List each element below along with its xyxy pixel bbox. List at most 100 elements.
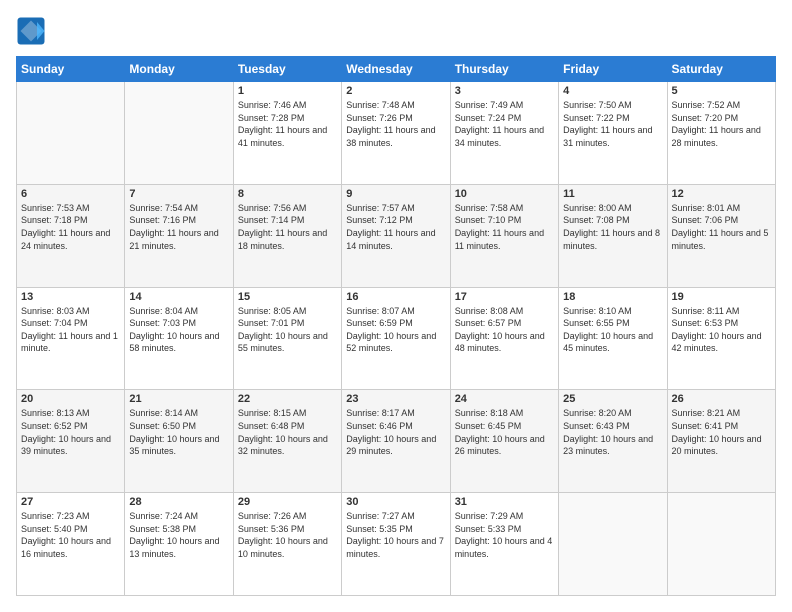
calendar-header-tuesday: Tuesday — [233, 57, 341, 82]
calendar-day-cell: 19 Sunrise: 8:11 AM Sunset: 6:53 PM Dayli… — [667, 287, 775, 390]
day-number: 19 — [672, 291, 771, 303]
day-info: Sunrise: 8:21 AM Sunset: 6:41 PM Dayligh… — [672, 407, 771, 457]
calendar-day-cell: 2 Sunrise: 7:48 AM Sunset: 7:26 PM Daylig… — [342, 82, 450, 185]
day-info: Sunrise: 8:13 AM Sunset: 6:52 PM Dayligh… — [21, 407, 120, 457]
calendar-day-cell: 25 Sunrise: 8:20 AM Sunset: 6:43 PM Dayli… — [559, 390, 667, 493]
day-number: 11 — [563, 188, 662, 200]
day-info: Sunrise: 8:11 AM Sunset: 6:53 PM Dayligh… — [672, 305, 771, 355]
day-number: 7 — [129, 188, 228, 200]
day-number: 14 — [129, 291, 228, 303]
calendar-day-cell: 22 Sunrise: 8:15 AM Sunset: 6:48 PM Dayli… — [233, 390, 341, 493]
calendar-day-cell: 4 Sunrise: 7:50 AM Sunset: 7:22 PM Daylig… — [559, 82, 667, 185]
calendar-day-cell: 30Sunrise: 7:27 AM Sunset: 5:35 PM Dayli… — [342, 493, 450, 596]
logo — [16, 16, 48, 46]
calendar-day-cell: 20 Sunrise: 8:13 AM Sunset: 6:52 PM Dayli… — [17, 390, 125, 493]
day-info: Sunrise: 7:24 AM Sunset: 5:38 PM Dayligh… — [129, 510, 228, 560]
day-info: Sunrise: 7:54 AM Sunset: 7:16 PM Dayligh… — [129, 202, 228, 252]
calendar-week-row: 20 Sunrise: 8:13 AM Sunset: 6:52 PM Dayli… — [17, 390, 776, 493]
day-info: Sunrise: 8:01 AM Sunset: 7:06 PM Dayligh… — [672, 202, 771, 252]
calendar-header-friday: Friday — [559, 57, 667, 82]
calendar-day-cell: 1Sunrise: 7:46 AM Sunset: 7:28 PM Daylig… — [233, 82, 341, 185]
day-info: Sunrise: 8:04 AM Sunset: 7:03 PM Dayligh… — [129, 305, 228, 355]
day-info: Sunrise: 8:17 AM Sunset: 6:46 PM Dayligh… — [346, 407, 445, 457]
day-number: 26 — [672, 393, 771, 405]
calendar-day-cell: 28Sunrise: 7:24 AM Sunset: 5:38 PM Dayli… — [125, 493, 233, 596]
day-number: 16 — [346, 291, 445, 303]
calendar-day-cell: 11Sunrise: 8:00 AM Sunset: 7:08 PM Dayli… — [559, 184, 667, 287]
calendar-day-cell: 24 Sunrise: 8:18 AM Sunset: 6:45 PM Dayli… — [450, 390, 558, 493]
day-number: 10 — [455, 188, 554, 200]
calendar-day-cell: 14 Sunrise: 8:04 AM Sunset: 7:03 PM Dayli… — [125, 287, 233, 390]
calendar-day-cell — [667, 493, 775, 596]
day-number: 22 — [238, 393, 337, 405]
day-number: 24 — [455, 393, 554, 405]
calendar-day-cell: 21Sunrise: 8:14 AM Sunset: 6:50 PM Dayli… — [125, 390, 233, 493]
day-info: Sunrise: 8:10 AM Sunset: 6:55 PM Dayligh… — [563, 305, 662, 355]
day-number: 12 — [672, 188, 771, 200]
day-number: 18 — [563, 291, 662, 303]
calendar-day-cell: 9 Sunrise: 7:57 AM Sunset: 7:12 PM Daylig… — [342, 184, 450, 287]
day-info: Sunrise: 8:18 AM Sunset: 6:45 PM Dayligh… — [455, 407, 554, 457]
calendar-day-cell — [125, 82, 233, 185]
day-info: Sunrise: 8:05 AM Sunset: 7:01 PM Dayligh… — [238, 305, 337, 355]
calendar-day-cell: 5 Sunrise: 7:52 AM Sunset: 7:20 PM Daylig… — [667, 82, 775, 185]
calendar-header-wednesday: Wednesday — [342, 57, 450, 82]
day-number: 9 — [346, 188, 445, 200]
day-info: Sunrise: 8:15 AM Sunset: 6:48 PM Dayligh… — [238, 407, 337, 457]
calendar-week-row: 27 Sunrise: 7:23 AM Sunset: 5:40 PM Dayli… — [17, 493, 776, 596]
day-info: Sunrise: 8:07 AM Sunset: 6:59 PM Dayligh… — [346, 305, 445, 355]
day-info: Sunrise: 7:29 AM Sunset: 5:33 PM Dayligh… — [455, 510, 554, 560]
day-info: Sunrise: 7:57 AM Sunset: 7:12 PM Dayligh… — [346, 202, 445, 252]
calendar-header-saturday: Saturday — [667, 57, 775, 82]
day-number: 6 — [21, 188, 120, 200]
day-info: Sunrise: 8:03 AM Sunset: 7:04 PM Dayligh… — [21, 305, 120, 355]
calendar-day-cell: 12 Sunrise: 8:01 AM Sunset: 7:06 PM Dayli… — [667, 184, 775, 287]
day-info: Sunrise: 7:53 AM Sunset: 7:18 PM Dayligh… — [21, 202, 120, 252]
day-number: 13 — [21, 291, 120, 303]
day-info: Sunrise: 7:52 AM Sunset: 7:20 PM Dayligh… — [672, 99, 771, 149]
day-number: 1 — [238, 85, 337, 97]
calendar-day-cell: 10 Sunrise: 7:58 AM Sunset: 7:10 PM Dayli… — [450, 184, 558, 287]
calendar-day-cell: 16 Sunrise: 8:07 AM Sunset: 6:59 PM Dayli… — [342, 287, 450, 390]
day-number: 29 — [238, 496, 337, 508]
calendar-day-cell: 18 Sunrise: 8:10 AM Sunset: 6:55 PM Dayli… — [559, 287, 667, 390]
calendar-header-row: SundayMondayTuesdayWednesdayThursdayFrid… — [17, 57, 776, 82]
calendar-week-row: 1Sunrise: 7:46 AM Sunset: 7:28 PM Daylig… — [17, 82, 776, 185]
day-info: Sunrise: 7:23 AM Sunset: 5:40 PM Dayligh… — [21, 510, 120, 560]
calendar-day-cell: 26 Sunrise: 8:21 AM Sunset: 6:41 PM Dayli… — [667, 390, 775, 493]
day-info: Sunrise: 7:27 AM Sunset: 5:35 PM Dayligh… — [346, 510, 445, 560]
day-number: 5 — [672, 85, 771, 97]
calendar-header-sunday: Sunday — [17, 57, 125, 82]
day-number: 4 — [563, 85, 662, 97]
day-number: 20 — [21, 393, 120, 405]
calendar-header-thursday: Thursday — [450, 57, 558, 82]
calendar-day-cell: 7 Sunrise: 7:54 AM Sunset: 7:16 PM Daylig… — [125, 184, 233, 287]
day-info: Sunrise: 7:49 AM Sunset: 7:24 PM Dayligh… — [455, 99, 554, 149]
calendar-day-cell: 17Sunrise: 8:08 AM Sunset: 6:57 PM Dayli… — [450, 287, 558, 390]
day-info: Sunrise: 8:20 AM Sunset: 6:43 PM Dayligh… — [563, 407, 662, 457]
day-info: Sunrise: 7:26 AM Sunset: 5:36 PM Dayligh… — [238, 510, 337, 560]
day-info: Sunrise: 7:58 AM Sunset: 7:10 PM Dayligh… — [455, 202, 554, 252]
header — [16, 16, 776, 46]
calendar-day-cell — [17, 82, 125, 185]
calendar-day-cell: 29 Sunrise: 7:26 AM Sunset: 5:36 PM Dayli… — [233, 493, 341, 596]
day-number: 2 — [346, 85, 445, 97]
calendar-week-row: 6 Sunrise: 7:53 AM Sunset: 7:18 PM Daylig… — [17, 184, 776, 287]
calendar-day-cell: 13 Sunrise: 8:03 AM Sunset: 7:04 PM Dayli… — [17, 287, 125, 390]
calendar-day-cell: 31 Sunrise: 7:29 AM Sunset: 5:33 PM Dayli… — [450, 493, 558, 596]
calendar-day-cell: 6 Sunrise: 7:53 AM Sunset: 7:18 PM Daylig… — [17, 184, 125, 287]
day-info: Sunrise: 7:50 AM Sunset: 7:22 PM Dayligh… — [563, 99, 662, 149]
day-number: 27 — [21, 496, 120, 508]
day-number: 23 — [346, 393, 445, 405]
calendar-day-cell: 15 Sunrise: 8:05 AM Sunset: 7:01 PM Dayli… — [233, 287, 341, 390]
calendar-day-cell: 8Sunrise: 7:56 AM Sunset: 7:14 PM Daylig… — [233, 184, 341, 287]
day-number: 21 — [129, 393, 228, 405]
day-info: Sunrise: 7:48 AM Sunset: 7:26 PM Dayligh… — [346, 99, 445, 149]
calendar-header-monday: Monday — [125, 57, 233, 82]
calendar-day-cell: 23 Sunrise: 8:17 AM Sunset: 6:46 PM Dayli… — [342, 390, 450, 493]
day-number: 25 — [563, 393, 662, 405]
day-number: 15 — [238, 291, 337, 303]
logo-icon — [16, 16, 46, 46]
calendar-day-cell: 27 Sunrise: 7:23 AM Sunset: 5:40 PM Dayli… — [17, 493, 125, 596]
day-number: 31 — [455, 496, 554, 508]
